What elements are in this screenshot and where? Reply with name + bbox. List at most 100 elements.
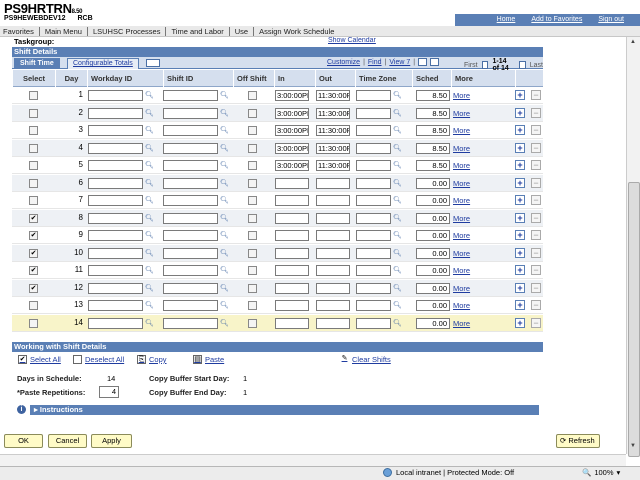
out-time-input[interactable] (316, 247, 350, 259)
refresh-button[interactable]: ⟳ Refresh (556, 434, 600, 448)
off-shift-checkbox[interactable] (248, 318, 257, 328)
off-shift-checkbox[interactable] (248, 91, 257, 100)
lookup-icon[interactable]: 🔍︎ (145, 266, 154, 275)
nav-assign-work-schedule[interactable]: Assign Work Schedule (259, 27, 339, 36)
shift-id-input[interactable] (163, 160, 218, 171)
lookup-icon[interactable]: 🔍︎ (145, 231, 154, 240)
lookup-icon[interactable]: 🔍︎ (393, 109, 402, 118)
lookup-icon[interactable]: 🔍︎ (220, 126, 229, 135)
lookup-icon[interactable]: 🔍︎ (145, 109, 154, 118)
customize-link[interactable]: Customize (327, 59, 360, 66)
in-time-input[interactable] (275, 177, 309, 189)
lookup-icon[interactable]: 🔍︎ (145, 91, 154, 100)
out-time-input[interactable]: 11:30:00PM (316, 90, 350, 101)
time-zone-input[interactable] (356, 282, 391, 294)
off-shift-checkbox[interactable] (248, 178, 257, 188)
lookup-icon[interactable]: 🔍︎ (393, 214, 402, 223)
lookup-icon[interactable]: 🔍︎ (145, 214, 154, 223)
scroll-up-icon[interactable]: ▲ (630, 39, 636, 45)
time-zone-input[interactable] (356, 195, 391, 206)
sched-hrs-input[interactable]: 0.00 (416, 177, 450, 189)
lookup-icon[interactable]: 🔍︎ (393, 249, 402, 258)
sched-hrs-input[interactable]: 0.00 (416, 247, 450, 259)
lookup-icon[interactable]: 🔍︎ (145, 249, 154, 258)
more-link[interactable]: More (453, 231, 470, 240)
select-all-link[interactable]: ✔ Select All (18, 355, 61, 364)
delete-row-button[interactable]: − (531, 160, 541, 170)
more-link[interactable]: More (453, 266, 470, 275)
lookup-icon[interactable]: 🔍︎ (393, 301, 402, 310)
out-time-input[interactable] (316, 300, 350, 311)
off-shift-checkbox[interactable] (248, 283, 257, 293)
more-link[interactable]: More (453, 161, 470, 170)
out-time-input[interactable] (316, 230, 350, 241)
shift-id-input[interactable] (163, 142, 218, 154)
off-shift-checkbox[interactable] (248, 231, 257, 240)
row-select-checkbox[interactable] (29, 91, 38, 100)
workday-id-input[interactable] (88, 265, 143, 276)
cancel-button[interactable]: Cancel (48, 434, 87, 448)
more-link[interactable]: More (453, 301, 470, 310)
sched-hrs-input[interactable]: 0.00 (416, 195, 450, 206)
lookup-icon[interactable]: 🔍︎ (220, 301, 229, 310)
sign-out-link[interactable]: Sign out (590, 16, 632, 23)
in-time-input[interactable]: 3:00:00PM (275, 107, 309, 119)
out-time-input[interactable]: 11:30:00PM (316, 142, 350, 154)
show-calendar-link[interactable]: Show Calendar (328, 37, 376, 44)
out-time-input[interactable] (316, 212, 350, 224)
off-shift-checkbox[interactable] (248, 196, 257, 205)
sched-hrs-input[interactable]: 8.50 (416, 142, 450, 154)
delete-row-button[interactable]: − (531, 90, 541, 100)
zoom-control[interactable]: 🔍 100% ▾ (582, 468, 620, 477)
lookup-icon[interactable]: 🔍︎ (220, 214, 229, 223)
instructions-toggle[interactable]: ▸ Instructions (30, 405, 539, 415)
add-row-button[interactable]: + (515, 125, 525, 135)
delete-row-button[interactable]: − (531, 300, 541, 310)
add-row-button[interactable]: + (515, 282, 525, 293)
in-time-input[interactable] (275, 212, 309, 224)
more-link[interactable]: More (453, 196, 470, 205)
add-row-button[interactable]: + (515, 195, 525, 205)
workday-id-input[interactable] (88, 107, 143, 119)
in-time-input[interactable]: 3:00:00PM (275, 90, 309, 101)
shift-id-input[interactable] (163, 90, 218, 101)
view-all-link[interactable]: View 7 (389, 59, 410, 66)
out-time-input[interactable] (316, 317, 350, 329)
workday-id-input[interactable] (88, 142, 143, 154)
shift-id-input[interactable] (163, 247, 218, 259)
off-shift-checkbox[interactable] (248, 108, 257, 118)
sched-hrs-input[interactable]: 8.50 (416, 107, 450, 119)
deselect-all-link[interactable]: Deselect All (73, 355, 124, 364)
show-all-columns-icon[interactable] (146, 59, 160, 67)
workday-id-input[interactable] (88, 177, 143, 189)
lookup-icon[interactable]: 🔍︎ (145, 319, 154, 328)
off-shift-checkbox[interactable] (248, 161, 257, 170)
add-row-button[interactable]: + (515, 317, 525, 328)
out-time-input[interactable] (316, 282, 350, 294)
in-time-input[interactable]: 3:00:00PM (275, 125, 309, 136)
home-link[interactable]: Home (489, 16, 524, 23)
lookup-icon[interactable]: 🔍︎ (145, 179, 154, 188)
time-zone-input[interactable] (356, 177, 391, 189)
row-select-checkbox[interactable] (29, 178, 38, 188)
shift-id-input[interactable] (163, 300, 218, 311)
out-time-input[interactable] (316, 195, 350, 206)
paste-repetitions-input[interactable]: 4 (99, 386, 119, 398)
lookup-icon[interactable]: 🔍︎ (145, 144, 154, 153)
shift-id-input[interactable] (163, 177, 218, 189)
lookup-icon[interactable]: 🔍︎ (393, 196, 402, 205)
off-shift-checkbox[interactable] (248, 126, 257, 135)
prev-arrow-icon[interactable] (481, 61, 489, 69)
row-select-checkbox[interactable]: ✔ (29, 266, 38, 275)
workday-id-input[interactable] (88, 230, 143, 241)
delete-row-button[interactable]: − (531, 142, 541, 153)
in-time-input[interactable] (275, 230, 309, 241)
add-row-button[interactable]: + (515, 177, 525, 188)
workday-id-input[interactable] (88, 195, 143, 206)
add-row-button[interactable]: + (515, 142, 525, 153)
in-time-input[interactable]: 3:00:00PM (275, 160, 309, 171)
add-row-button[interactable]: + (515, 300, 525, 310)
shift-id-input[interactable] (163, 230, 218, 241)
row-select-checkbox[interactable] (29, 126, 38, 135)
find-link[interactable]: Find (368, 59, 382, 66)
